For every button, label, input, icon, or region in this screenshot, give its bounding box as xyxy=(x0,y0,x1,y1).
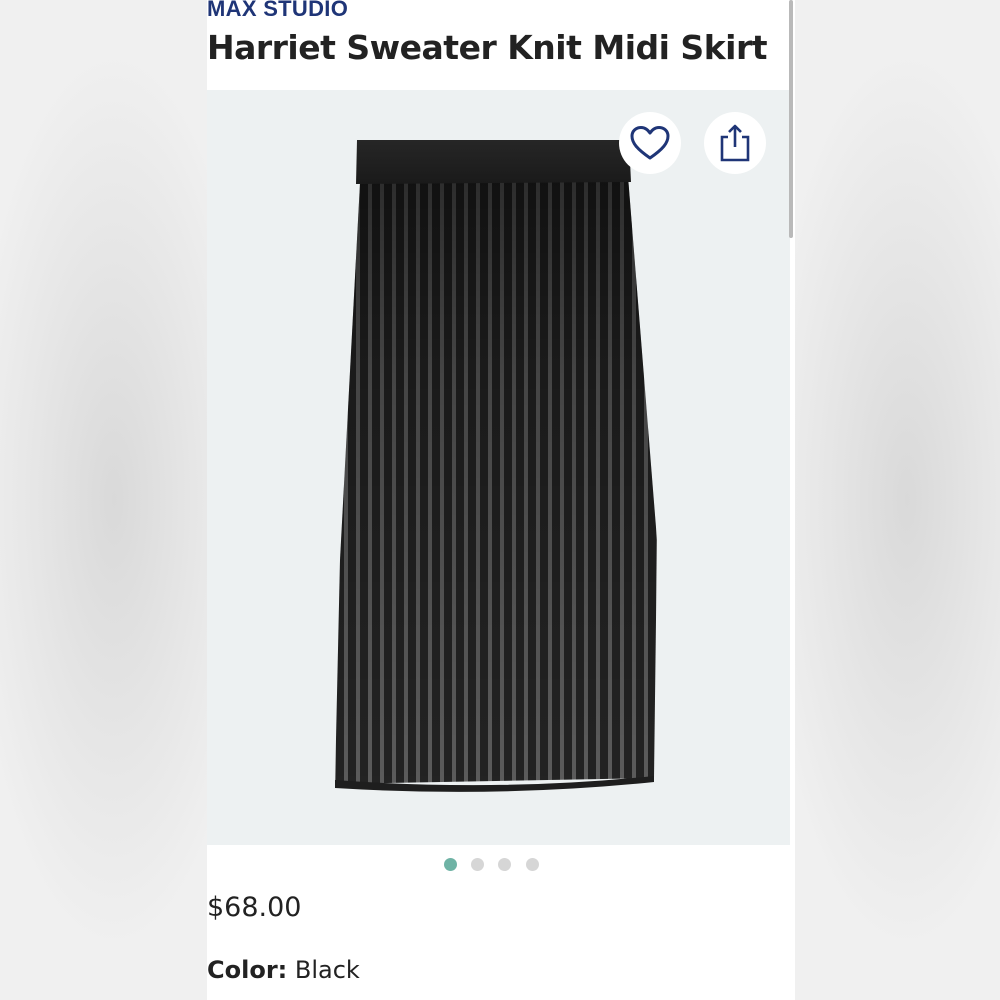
gallery-pagination xyxy=(207,858,795,872)
share-icon xyxy=(720,124,750,162)
pagination-dot-2[interactable] xyxy=(471,858,484,871)
product-title: Harriet Sweater Knit Midi Skirt xyxy=(207,28,768,67)
pagination-dot-3[interactable] xyxy=(498,858,511,871)
color-label: Color: xyxy=(207,956,288,984)
blurred-background-left xyxy=(0,0,207,1000)
color-info: Color: Black xyxy=(207,956,360,984)
product-page: MAX STUDIO Harriet Sweater Knit Midi Ski… xyxy=(207,0,795,1000)
heart-icon xyxy=(630,126,670,160)
product-price: $68.00 xyxy=(207,892,302,923)
brand-name[interactable]: MAX STUDIO xyxy=(207,0,348,22)
pagination-dot-4[interactable] xyxy=(526,858,539,871)
product-image-gallery[interactable] xyxy=(207,90,790,845)
pagination-dot-1[interactable] xyxy=(444,858,457,871)
blurred-background-right xyxy=(793,0,1000,1000)
favorite-button[interactable] xyxy=(619,112,681,174)
product-image xyxy=(335,140,657,792)
share-button[interactable] xyxy=(704,112,766,174)
scrollbar[interactable] xyxy=(789,0,793,238)
color-value: Black xyxy=(294,956,360,984)
